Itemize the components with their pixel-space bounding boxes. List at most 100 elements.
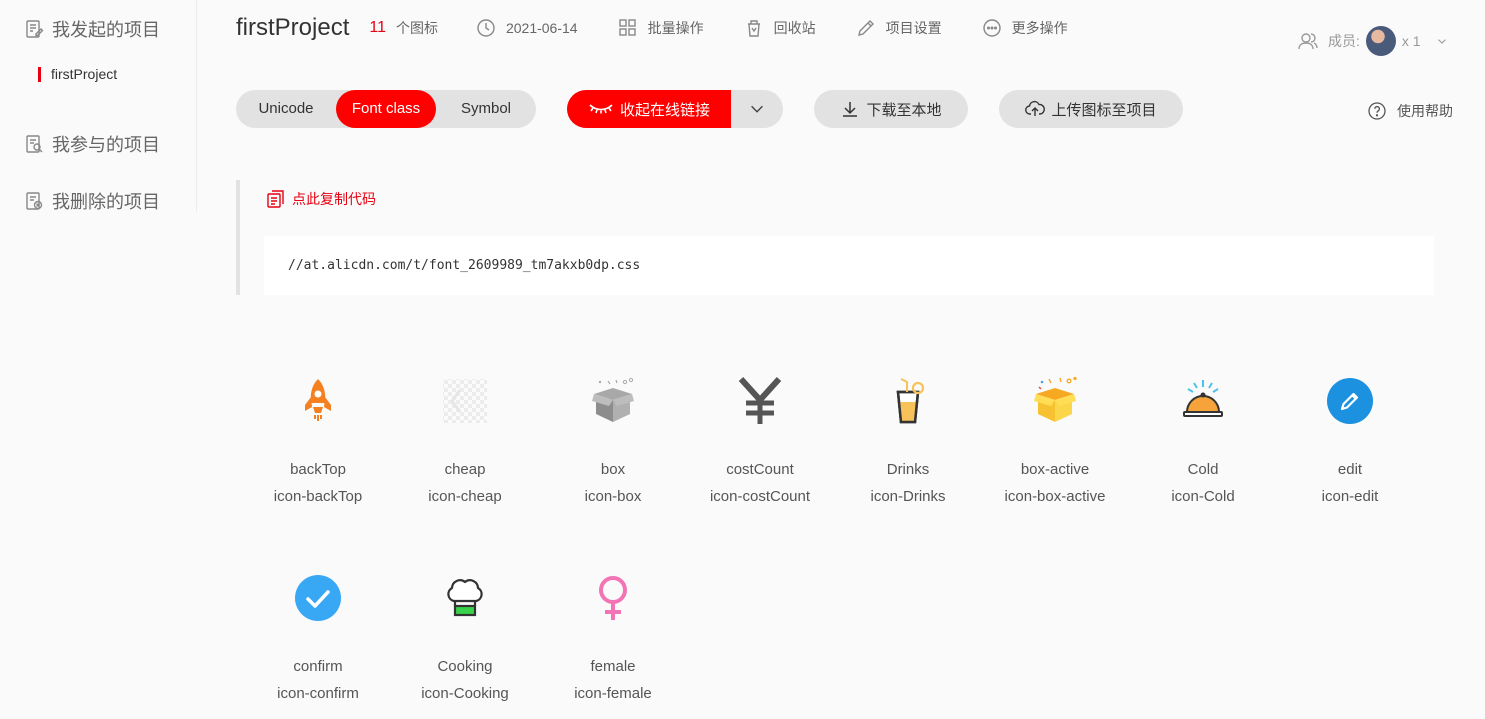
box-active-icon [1034, 376, 1077, 422]
icon-class: icon-backTop [273, 488, 363, 505]
download-local-button[interactable]: 下载至本地 [814, 90, 968, 128]
copy-code-button[interactable]: 点此复制代码 [266, 189, 376, 209]
nav-project-label: firstProject [51, 66, 118, 82]
recycle-bin-label: 回收站 [773, 20, 816, 36]
icon-class: icon-confirm [277, 685, 359, 702]
icon-name: backTop [290, 461, 346, 478]
sidebar: 我发起的项目 firstProject 我参与的项目 我删除的项目 [0, 0, 197, 212]
recycle-bin-button[interactable]: 回收站 [744, 18, 816, 38]
nav-joined-projects-label: 我参与的项目 [52, 135, 160, 155]
project-settings-button[interactable]: 项目设置 [856, 18, 942, 38]
avatar [1365, 26, 1396, 56]
project-settings-label: 项目设置 [885, 20, 942, 36]
tab-symbol[interactable]: Symbol [436, 90, 536, 128]
more-actions-label: 更多操作 [1011, 20, 1068, 36]
search-doc-icon [26, 135, 43, 153]
icon-name: box [600, 461, 626, 478]
project-header: firstProject 11 个图标 2021-06-14 批量操作 回收站 … [236, 8, 1108, 48]
nav-deleted-projects-label: 我删除的项目 [52, 192, 160, 212]
delete-doc-icon [26, 192, 43, 210]
more-icon [982, 19, 1001, 37]
icon-class: icon-Drinks [870, 488, 946, 505]
icon-class: icon-Cooking [421, 685, 509, 702]
more-actions-button[interactable]: 更多操作 [982, 18, 1068, 38]
members-dropdown[interactable]: 成员: x 1 [1298, 26, 1449, 56]
icon-card-costcount[interactable]: costCount icon-costCount [686, 376, 834, 505]
icon-count-label: 个图标 [395, 20, 438, 36]
tab-font-class[interactable]: Font class [336, 90, 436, 128]
question-icon [1368, 102, 1386, 120]
members-count: x 1 [1401, 33, 1421, 49]
collapse-online-link-button[interactable]: 收起在线链接 [567, 90, 731, 128]
drink-cup-icon [896, 378, 925, 424]
icon-name: edit [1337, 461, 1363, 478]
cloud-upload-icon [1025, 100, 1046, 116]
help-label: 使用帮助 [1397, 103, 1453, 119]
icon-card-cooking[interactable]: Cooking icon-Cooking [391, 573, 539, 702]
code-type-tabs: Unicode Font class Symbol [236, 90, 536, 128]
batch-operation-label: 批量操作 [647, 20, 704, 36]
tab-unicode[interactable]: Unicode [236, 90, 336, 128]
grid-icon [618, 19, 636, 36]
download-local-label: 下载至本地 [866, 101, 942, 119]
icon-name: confirm [293, 658, 343, 675]
icon-card-drinks[interactable]: Drinks icon-Drinks [834, 376, 982, 505]
created-date: 2021-06-14 [476, 18, 578, 38]
icon-class: icon-box [584, 488, 642, 505]
icon-card-confirm[interactable]: confirm icon-confirm [244, 573, 392, 702]
members-label: 成员: [1328, 33, 1360, 49]
icon-class: icon-box-active [1004, 488, 1106, 505]
batch-operation-button[interactable]: 批量操作 [618, 18, 704, 38]
upload-icons-button[interactable]: 上传图标至项目 [999, 90, 1183, 128]
icon-class: icon-edit [1321, 488, 1379, 505]
members-icon [1298, 33, 1318, 50]
chevron-down-icon [751, 105, 763, 113]
collapse-online-link-label: 收起在线链接 [619, 101, 710, 119]
download-icon [843, 102, 858, 117]
nav-deleted-projects[interactable]: 我删除的项目 [24, 188, 160, 214]
pencil-icon [857, 20, 874, 36]
nav-joined-projects[interactable]: 我参与的项目 [24, 131, 160, 157]
icon-name: Cold [1187, 461, 1219, 478]
icon-card-cheap[interactable]: cheap icon-cheap [391, 376, 539, 505]
nav-my-projects[interactable]: 我发起的项目 [24, 16, 160, 42]
cloche-icon [1183, 380, 1223, 417]
check-circle-icon [295, 575, 341, 621]
female-symbol-icon [599, 576, 627, 620]
online-link-panel: 点此复制代码 //at.alicdn.com/t/font_2609989_tm… [236, 180, 1434, 295]
edit-doc-icon [26, 20, 44, 38]
chef-hat-icon [447, 579, 483, 617]
icon-card-box-active[interactable]: box-active icon-box-active [981, 376, 1129, 505]
help-link[interactable]: 使用帮助 [1367, 101, 1453, 121]
icon-name: Drinks [886, 461, 930, 478]
icon-name: box-active [1020, 461, 1090, 478]
icon-card-female[interactable]: female icon-female [539, 573, 687, 702]
code-url[interactable]: //at.alicdn.com/t/font_2609989_tm7akxb0d… [264, 236, 1434, 295]
icon-name: cheap [444, 461, 486, 478]
icon-count: 11 [369, 19, 386, 36]
created-date-text: 2021-06-14 [505, 20, 578, 36]
icon-name: Cooking [437, 658, 493, 675]
icon-card-box[interactable]: box icon-box [539, 376, 687, 505]
trash-icon [747, 20, 760, 37]
icon-card-edit[interactable]: edit icon-edit [1276, 376, 1424, 505]
rocket-icon [305, 379, 331, 421]
online-link-dropdown-button[interactable] [731, 90, 783, 128]
yen-icon [738, 376, 782, 424]
icon-class: icon-female [574, 685, 652, 702]
online-link-toggle: 收起在线链接 [567, 90, 783, 128]
icon-card-backtop[interactable]: backTop icon-backTop [244, 376, 392, 505]
icon-class: icon-costCount [709, 488, 811, 505]
icon-card-cold[interactable]: Cold icon-Cold [1129, 376, 1277, 505]
edit-pencil-icon [1327, 378, 1373, 424]
icon-class: icon-Cold [1171, 488, 1235, 505]
chevron-down-icon [1437, 39, 1446, 44]
active-indicator [38, 66, 41, 82]
page-title: firstProject [236, 14, 350, 41]
nav-project-firstproject[interactable]: firstProject [38, 66, 117, 82]
icon-class: icon-cheap [428, 488, 502, 505]
upload-icons-label: 上传图标至项目 [1051, 101, 1157, 119]
icon-name: female [590, 658, 636, 675]
icon-name: costCount [726, 461, 794, 478]
copy-code-label: 点此复制代码 [292, 191, 376, 207]
